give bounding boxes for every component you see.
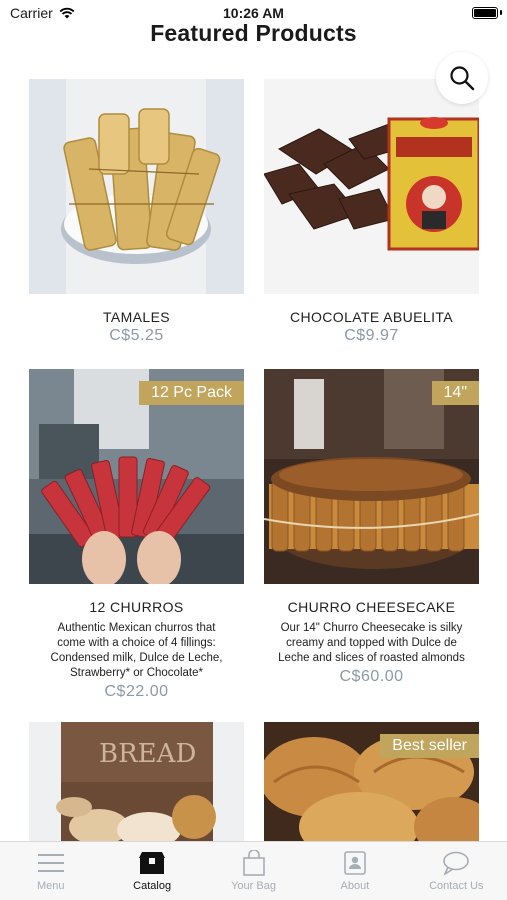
product-image bbox=[264, 79, 479, 294]
description-line: Authentic Mexican churros that bbox=[57, 622, 216, 634]
product-price: C$60.00 bbox=[339, 668, 404, 685]
product-image: 12 Pc Pack bbox=[29, 369, 244, 584]
product-image: Best seller bbox=[264, 722, 479, 842]
tab-label: Your Bag bbox=[231, 880, 276, 892]
bag-icon bbox=[239, 850, 269, 876]
status-time: 10:26 AM bbox=[223, 5, 284, 21]
description-line: come with a choice of 4 fillings: bbox=[57, 637, 216, 649]
product-description: Authentic Mexican churros that come with… bbox=[29, 621, 244, 681]
about-icon bbox=[340, 850, 370, 876]
product-description: Our 14" Churro Cheesecake is silky cream… bbox=[264, 621, 479, 666]
description-line: Strawberry* or Chocolate* bbox=[70, 667, 203, 679]
svg-text:BREAD: BREAD bbox=[99, 739, 196, 769]
product-name: TAMALES bbox=[102, 309, 171, 325]
product-card-chocolate-abuelita[interactable]: CHOCOLATE ABUELITA C$9.97 bbox=[264, 79, 479, 345]
product-image: BREAD bbox=[29, 722, 244, 842]
tab-catalog[interactable]: Catalog bbox=[101, 842, 202, 900]
tab-label: Menu bbox=[36, 880, 65, 892]
description-line: Our 14" Churro Cheesecake is silky bbox=[280, 622, 463, 634]
product-card-12-churros[interactable]: 12 Pc Pack 12 CHURROS Authentic Mexican … bbox=[29, 369, 244, 701]
menu-icon bbox=[36, 850, 66, 876]
product-badge: 14" bbox=[431, 381, 479, 405]
chat-icon bbox=[441, 850, 471, 876]
product-price: C$22.00 bbox=[104, 683, 169, 700]
product-name: 12 CHURROS bbox=[89, 599, 184, 615]
product-name: CHURRO CHEESECAKE bbox=[287, 599, 456, 615]
tab-menu[interactable]: Menu bbox=[0, 842, 101, 900]
tab-label: Catalog bbox=[133, 880, 172, 892]
description-line: Condensed milk, Dulce de Leche, bbox=[50, 652, 223, 664]
product-name: CHOCOLATE ABUELITA bbox=[289, 309, 454, 325]
search-button[interactable] bbox=[436, 52, 488, 104]
product-price: C$9.97 bbox=[344, 327, 399, 344]
product-price: C$5.25 bbox=[109, 327, 164, 344]
battery-level bbox=[474, 9, 496, 17]
description-line: creamy and topped with Dulce de bbox=[286, 637, 457, 649]
product-badge: 12 Pc Pack bbox=[139, 381, 244, 405]
product-image: 14" bbox=[264, 369, 479, 584]
page-title: Featured Products bbox=[150, 20, 357, 46]
tab-your-bag[interactable]: Your Bag bbox=[203, 842, 304, 900]
tab-contact-us[interactable]: Contact Us bbox=[406, 842, 507, 900]
product-card-bread[interactable]: BREAD bbox=[29, 722, 244, 842]
tab-about[interactable]: About bbox=[304, 842, 405, 900]
description-line: Leche and slices of roasted almonds bbox=[278, 652, 465, 664]
battery-cap bbox=[500, 10, 502, 15]
tab-label: About bbox=[340, 880, 370, 892]
product-card-tamales[interactable]: TAMALES C$5.25 bbox=[29, 79, 244, 345]
product-badge: Best seller bbox=[380, 734, 479, 758]
catalog-icon bbox=[137, 850, 167, 876]
product-card-churro-cheesecake[interactable]: 14" CHURRO CHEESECAKE Our 14" Churro Che… bbox=[264, 369, 479, 686]
product-image bbox=[29, 79, 244, 294]
product-card-best-seller[interactable]: Best seller bbox=[264, 722, 479, 842]
tab-bar: Menu Catalog Your Bag About Contact Us bbox=[0, 841, 507, 900]
search-icon bbox=[450, 66, 475, 91]
tab-label: Contact Us bbox=[429, 880, 484, 892]
battery-icon bbox=[472, 7, 498, 19]
